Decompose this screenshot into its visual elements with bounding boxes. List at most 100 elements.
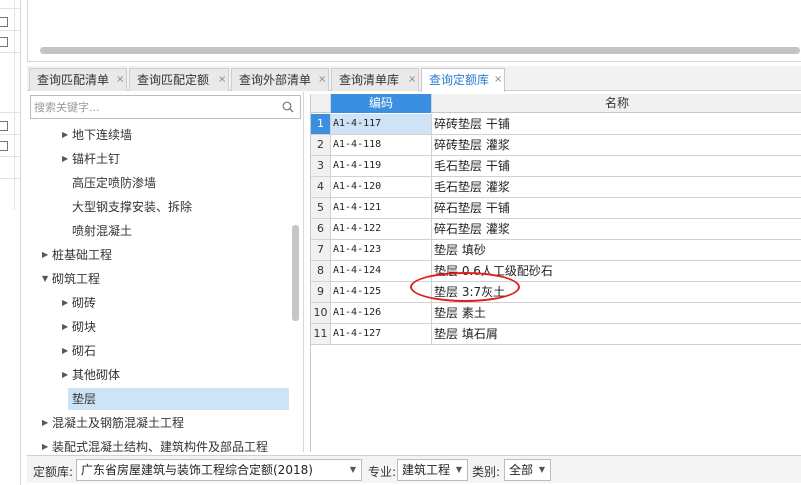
tree-item[interactable]: ▶ 其他砌体	[62, 364, 292, 386]
name-cell[interactable]: 垫层 3:7灰土	[432, 282, 801, 303]
tree-item-selected[interactable]: 垫层	[68, 388, 289, 410]
code-cell[interactable]: A1-4-121	[331, 198, 432, 219]
code-cell[interactable]: A1-4-123	[331, 240, 432, 261]
divider	[303, 92, 304, 452]
divider	[14, 0, 15, 210]
category-tree: ▶ 地下连续墙 ▶ 锚杆土钉 高压定喷防渗墙 大型钢支撑安装、拆除 喷射混凝土 …	[30, 122, 301, 452]
row-number: 3	[311, 156, 331, 177]
tree-item-label: 大型钢支撑安装、拆除	[72, 200, 193, 214]
search-icon[interactable]	[282, 101, 294, 113]
code-cell[interactable]: A1-4-126	[331, 303, 432, 324]
close-icon[interactable]: ×	[116, 69, 124, 91]
checkbox[interactable]	[0, 17, 8, 27]
code-cell[interactable]: A1-4-122	[331, 219, 432, 240]
tree-item[interactable]: ▶ 锚杆土钉	[62, 148, 292, 170]
name-cell[interactable]: 垫层 素土	[432, 303, 801, 324]
tree-item[interactable]: ▼ 砌筑工程	[42, 268, 292, 290]
divider	[0, 156, 21, 157]
quota-library-select[interactable]: 广东省房屋建筑与装饰工程综合定额(2018) ▼	[76, 459, 362, 481]
close-icon[interactable]: ×	[494, 69, 502, 91]
code-cell[interactable]: A1-4-120	[331, 177, 432, 198]
chevron-right-icon[interactable]: ▶	[62, 364, 68, 386]
tree-item[interactable]: ▶ 砌砖	[62, 292, 292, 314]
row-number: 7	[311, 240, 331, 261]
vertical-scrollbar[interactable]	[292, 225, 299, 321]
tree-item[interactable]: 大型钢支撑安装、拆除	[72, 196, 292, 218]
tree-item[interactable]: ▶ 地下连续墙	[62, 124, 292, 146]
close-icon[interactable]: ×	[218, 69, 226, 91]
row-number: 5	[311, 198, 331, 219]
tree-item-label: 砌筑工程	[52, 272, 101, 286]
tab-query-external-list[interactable]: 查询外部清单 ×	[231, 68, 329, 91]
name-cell[interactable]: 毛石垫层 干铺	[432, 156, 801, 177]
name-cell[interactable]: 碎石垫层 干铺	[432, 198, 801, 219]
tree-item[interactable]: 喷射混凝土	[72, 220, 292, 242]
chevron-right-icon[interactable]: ▶	[62, 292, 68, 314]
column-header-name[interactable]: 名称	[432, 94, 801, 113]
chevron-down-icon[interactable]: ▼	[456, 460, 462, 480]
category-label: 类别:	[472, 465, 501, 479]
code-cell[interactable]: A1-4-117	[331, 114, 432, 135]
column-header-code[interactable]: 编码	[331, 94, 432, 113]
code-cell[interactable]: A1-4-124	[331, 261, 432, 282]
checkbox[interactable]	[0, 37, 8, 47]
row-number: 2	[311, 135, 331, 156]
chevron-right-icon[interactable]: ▶	[62, 124, 68, 146]
tree-item-label: 锚杆土钉	[72, 152, 121, 166]
checkbox[interactable]	[0, 141, 8, 151]
chevron-right-icon[interactable]: ▶	[62, 340, 68, 362]
name-cell[interactable]: 垫层 0.6人工级配砂石	[432, 261, 801, 282]
close-icon[interactable]: ×	[408, 69, 416, 91]
tree-item[interactable]: ▶ 砌石	[62, 340, 292, 362]
left-side-panel	[0, 0, 21, 485]
tab-label: 查询清单库	[339, 73, 400, 87]
name-cell[interactable]: 碎砖垫层 干铺	[432, 114, 801, 135]
chevron-right-icon[interactable]: ▶	[42, 412, 48, 434]
close-icon[interactable]: ×	[318, 69, 326, 91]
chevron-right-icon[interactable]: ▶	[42, 436, 48, 452]
divider	[0, 134, 21, 135]
tree-item-label: 砌砖	[72, 296, 97, 310]
search-input[interactable]	[34, 99, 274, 115]
row-number: 9	[311, 282, 331, 303]
divider	[0, 52, 21, 53]
tab-query-quota-library[interactable]: 查询定额库 ×	[421, 68, 505, 92]
tree-item[interactable]: 高压定喷防渗墙	[72, 172, 292, 194]
category-value: 全部	[509, 463, 534, 477]
code-cell[interactable]: A1-4-119	[331, 156, 432, 177]
search-box	[30, 95, 301, 119]
tree-item[interactable]: ▶ 砌块	[62, 316, 292, 338]
chevron-right-icon[interactable]: ▶	[42, 244, 48, 266]
tab-query-list-library[interactable]: 查询清单库 ×	[331, 68, 419, 91]
tree-item[interactable]: ▶ 装配式混凝土结构、建筑构件及部品工程	[42, 436, 301, 452]
row-number: 6	[311, 219, 331, 240]
tree-item-label: 砌石	[72, 344, 97, 358]
row-number: 11	[311, 324, 331, 345]
chevron-down-icon[interactable]: ▼	[350, 460, 356, 480]
name-cell[interactable]: 碎砖垫层 灌浆	[432, 135, 801, 156]
name-cell[interactable]: 毛石垫层 灌浆	[432, 177, 801, 198]
tab-label: 查询匹配定额	[137, 73, 210, 87]
checkbox[interactable]	[0, 121, 8, 131]
name-cell[interactable]: 垫层 填石屑	[432, 324, 801, 345]
code-cell[interactable]: A1-4-125	[331, 282, 432, 303]
chevron-down-icon[interactable]: ▼	[42, 268, 48, 290]
tree-item[interactable]: ▶ 桩基础工程	[42, 244, 292, 266]
name-cell[interactable]: 垫层 填砂	[432, 240, 801, 261]
tab-query-match-list[interactable]: 查询匹配清单 ×	[29, 68, 127, 91]
chevron-right-icon[interactable]: ▶	[62, 316, 68, 338]
name-cell[interactable]: 碎石垫层 灌浆	[432, 219, 801, 240]
major-select[interactable]: 建筑工程 ▼	[397, 459, 468, 481]
chevron-right-icon[interactable]: ▶	[62, 148, 68, 170]
quota-table: 编码 名称 1 A1-4-117 碎砖垫层 干铺 2 A1-4-118 碎砖垫层…	[310, 94, 801, 452]
code-cell[interactable]: A1-4-127	[331, 324, 432, 345]
row-number: 8	[311, 261, 331, 282]
horizontal-scrollbar[interactable]	[40, 47, 800, 54]
chevron-down-icon[interactable]: ▼	[539, 460, 545, 480]
tree-item[interactable]: ▶ 混凝土及钢筋混凝土工程	[42, 412, 292, 434]
row-number: 10	[311, 303, 331, 324]
tree-item-label: 混凝土及钢筋混凝土工程	[52, 416, 185, 430]
code-cell[interactable]: A1-4-118	[331, 135, 432, 156]
tab-query-match-quota[interactable]: 查询匹配定额 ×	[129, 68, 229, 91]
category-select[interactable]: 全部 ▼	[504, 459, 551, 481]
